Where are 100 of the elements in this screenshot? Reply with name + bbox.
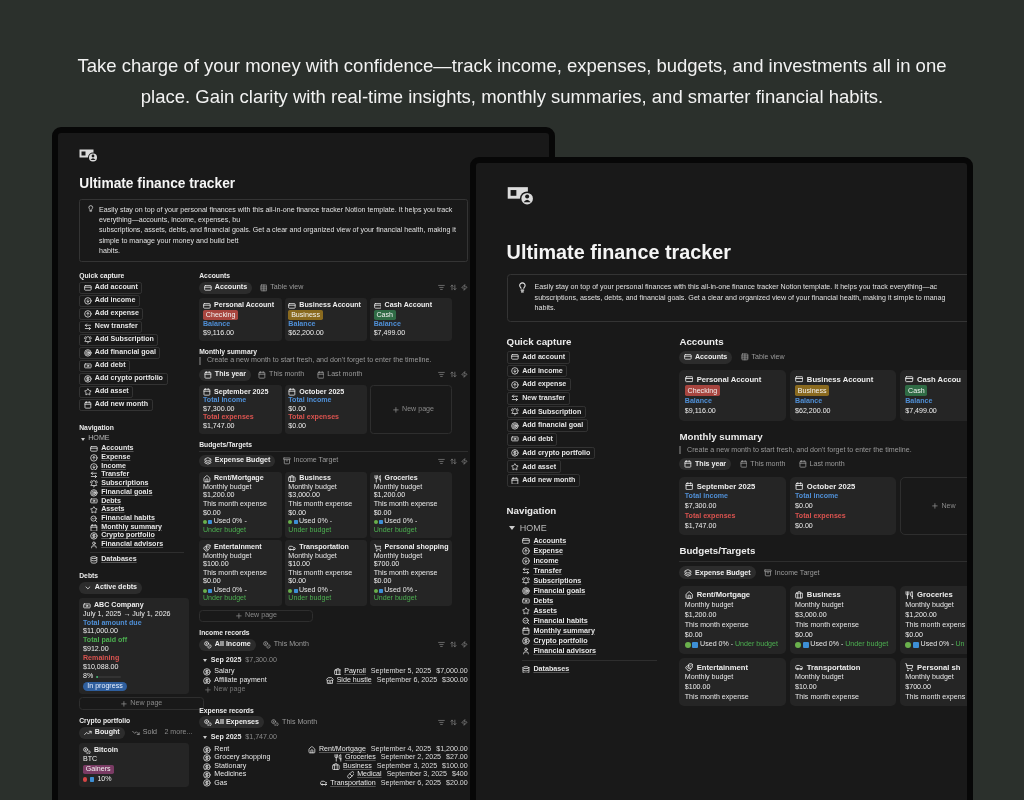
arrow-down-circle-icon [83, 296, 92, 305]
star-icon [521, 607, 530, 615]
trend-down-icon [132, 728, 140, 737]
plus-icon [235, 611, 243, 620]
sort-icon [449, 371, 457, 379]
car-icon [795, 663, 804, 672]
database-icon [89, 556, 98, 564]
banknote-icon [511, 435, 519, 444]
calendar-icon [83, 400, 92, 409]
briefcase-icon [333, 668, 342, 677]
square-icon [90, 777, 95, 782]
house-icon [203, 475, 211, 483]
calendar-icon [258, 370, 267, 379]
arrow-down-circle-icon [521, 557, 530, 565]
calendar-icon [684, 482, 694, 491]
banknote-icon [83, 361, 92, 370]
calendar-icon [798, 460, 807, 468]
mask-icon [684, 663, 694, 672]
toggle-triangle-icon[interactable] [509, 526, 516, 531]
square-icon [912, 641, 919, 648]
banknote-logo-icon [79, 148, 100, 163]
banknote-icon [83, 601, 91, 610]
calendar-icon [684, 460, 693, 468]
filter-icon [438, 284, 446, 292]
lightbulb-icon [516, 282, 528, 294]
coin-icon [511, 449, 519, 457]
calendar-icon [521, 626, 530, 635]
coins-icon [204, 718, 212, 727]
search-check-icon [521, 616, 530, 625]
cart-icon [905, 663, 914, 672]
card-icon [204, 284, 212, 292]
toggle-triangle-icon[interactable] [81, 437, 86, 441]
bell-icon [511, 408, 519, 416]
sort-icon [449, 641, 457, 649]
toggle-triangle-icon[interactable] [203, 658, 207, 662]
dot-icon [905, 641, 912, 648]
filter-icon [438, 371, 446, 379]
section-heading: Monthly summary [679, 430, 764, 443]
square-icon [802, 641, 809, 648]
section-heading: Navigation [506, 505, 557, 517]
house-icon [308, 745, 317, 754]
star-icon [511, 462, 519, 471]
layers-icon [204, 457, 212, 466]
briefcase-icon [795, 590, 804, 600]
square-icon [208, 520, 213, 525]
transfer-icon [83, 322, 92, 331]
car-icon [288, 543, 297, 552]
dot-icon [203, 520, 208, 525]
star-icon [83, 387, 92, 396]
transfer-icon [511, 394, 519, 403]
section-heading: Accounts [679, 335, 725, 348]
square-icon [293, 588, 298, 593]
card-icon [83, 283, 92, 292]
card-icon [89, 445, 98, 453]
layers-icon [684, 568, 693, 577]
coins-icon [83, 746, 91, 755]
target-icon [511, 421, 519, 430]
page-title: Ultimate finance tracker [506, 240, 732, 265]
briefcase-icon [332, 762, 341, 771]
nav-group-label: HOME [519, 522, 547, 534]
card-icon [511, 353, 519, 362]
calendar-icon [203, 388, 211, 397]
lightbulb-icon [86, 204, 94, 213]
sort-icon [449, 718, 457, 726]
coin-icon [83, 374, 92, 383]
store-icon [326, 676, 334, 685]
dot-icon [373, 588, 378, 593]
lightning-icon [460, 284, 468, 292]
toggle-triangle-icon[interactable] [203, 736, 207, 740]
target-icon [89, 488, 98, 497]
mask-icon [203, 543, 211, 552]
banknote-logo-icon [506, 184, 536, 207]
sort-icon [449, 284, 457, 292]
dot-icon [203, 588, 208, 593]
sort-icon [449, 457, 457, 465]
plus-icon [120, 699, 129, 708]
square-icon [293, 520, 298, 525]
archive-icon [764, 568, 772, 577]
dot-icon [288, 588, 293, 593]
square-icon [378, 588, 383, 593]
table-icon [740, 353, 749, 362]
arrow-up-circle-icon [521, 547, 530, 555]
chevron-down-icon [84, 583, 92, 592]
cart-icon [373, 543, 382, 552]
plus-icon [931, 502, 940, 510]
coin-icon [89, 532, 98, 541]
plus-icon [392, 405, 400, 414]
dot-icon [795, 641, 801, 648]
trend-up-icon [84, 728, 92, 737]
arrow-up-circle-icon [511, 380, 519, 389]
calendar-icon [511, 476, 519, 485]
bell-icon [521, 577, 530, 585]
section-heading: Budgets/Targets [679, 545, 967, 562]
calendar-icon [204, 370, 212, 379]
lightning-icon [460, 371, 468, 379]
dot-icon [373, 520, 378, 525]
transfer-icon [521, 567, 530, 575]
search-check-icon [89, 514, 98, 523]
coins-icon [263, 640, 271, 649]
dot-icon [83, 777, 88, 782]
